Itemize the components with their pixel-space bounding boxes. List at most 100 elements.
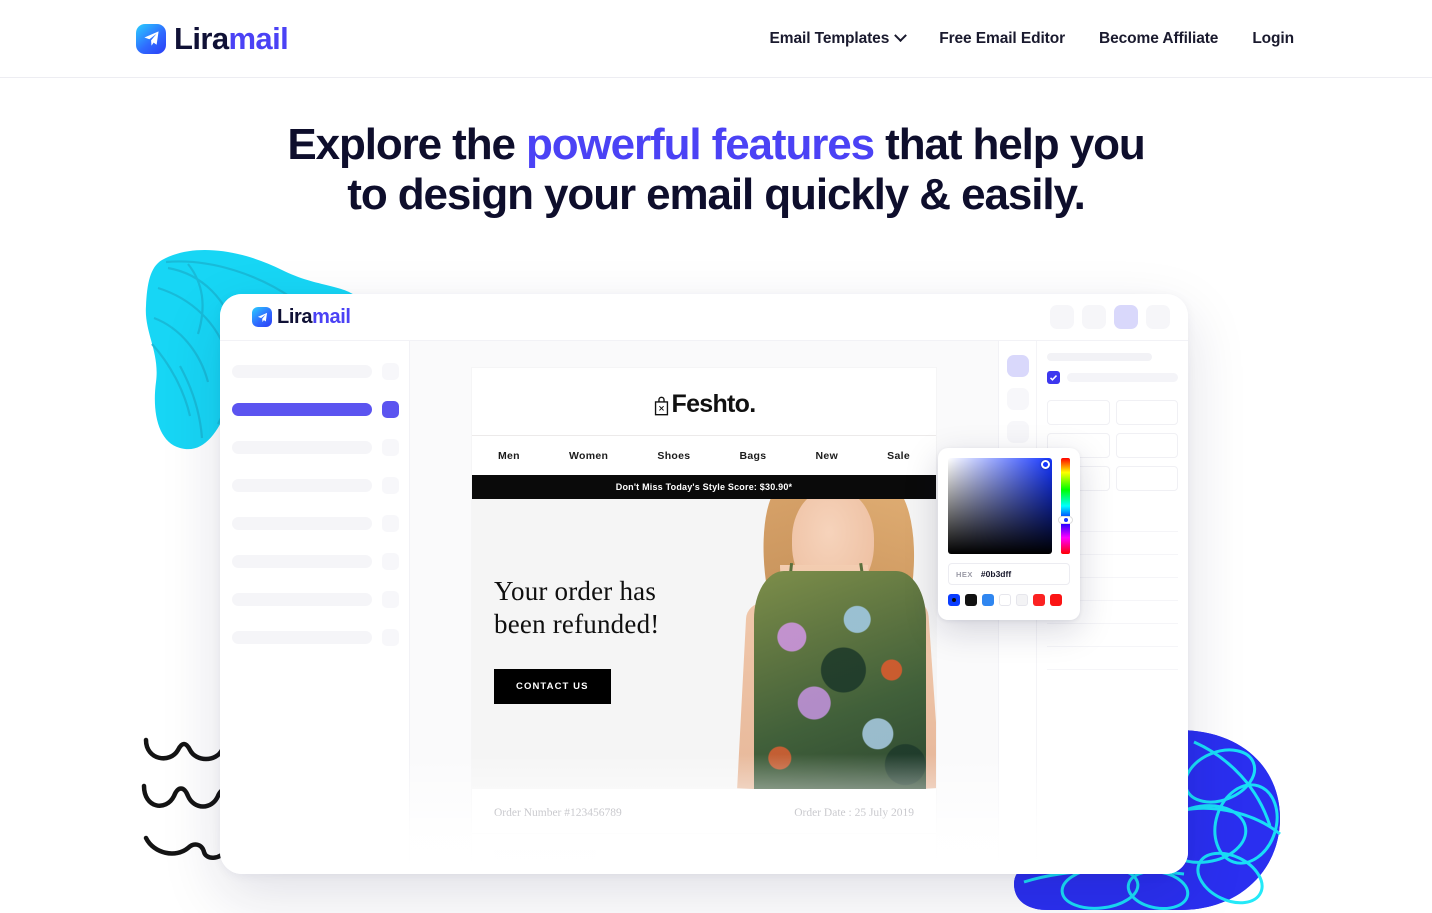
- swatch-red-1[interactable]: [1033, 594, 1045, 606]
- nav-label-become-affiliate: Become Affiliate: [1099, 29, 1219, 47]
- hex-input-field[interactable]: HEX #0b3dff: [948, 563, 1070, 585]
- shopping-bag-icon: [653, 395, 670, 416]
- sidebar-item-2-selected[interactable]: [232, 401, 399, 418]
- property-input-4[interactable]: [1115, 433, 1178, 458]
- sidebar-item-6[interactable]: [232, 553, 399, 570]
- email-navigation: Men Women Shoes Bags New Sale: [472, 435, 936, 475]
- model-photo: [736, 499, 936, 789]
- sidebar-item-placeholder: [232, 441, 372, 454]
- email-nav-bags[interactable]: Bags: [740, 450, 767, 462]
- order-number: Order Number #123456789: [494, 807, 622, 819]
- sidebar-item-placeholder: [232, 403, 372, 416]
- sidebar-item-4[interactable]: [232, 477, 399, 494]
- sidebar-item-8[interactable]: [232, 629, 399, 646]
- email-template: Feshto. Men Women Shoes Bags New Sale Do…: [472, 368, 936, 874]
- rail-item-3[interactable]: [1006, 421, 1029, 443]
- property-label-placeholder: [1047, 353, 1152, 361]
- color-picker-top: [948, 458, 1073, 554]
- nav-item-become-affiliate[interactable]: Become Affiliate: [1099, 30, 1218, 48]
- sidebar-item-placeholder: [232, 593, 372, 606]
- rail-item-1-selected[interactable]: [1006, 355, 1029, 377]
- sidebar-item-7[interactable]: [232, 591, 399, 608]
- sidebar-item-5[interactable]: [232, 515, 399, 532]
- mockup-brand-logo[interactable]: Liramail: [252, 307, 351, 327]
- hero-section: Explore the powerful features that help …: [0, 78, 1432, 219]
- brand-name-dark: Lira: [174, 21, 229, 56]
- rail-item-2[interactable]: [1006, 388, 1029, 410]
- email-nav-sale[interactable]: Sale: [887, 450, 910, 462]
- nav-item-free-email-editor[interactable]: Free Email Editor: [939, 30, 1065, 48]
- property-input-2[interactable]: [1115, 400, 1178, 425]
- brand-text: Liramail: [174, 21, 289, 56]
- sidebar-item-icon: [382, 477, 399, 494]
- hue-slider-handle[interactable]: [1058, 516, 1073, 524]
- headline-line-2: to design your email quickly & easily.: [347, 169, 1086, 219]
- swatch-red-2[interactable]: [1050, 594, 1062, 606]
- email-nav-new[interactable]: New: [816, 450, 839, 462]
- email-hero-text: Your order has been refunded! CONTACT US: [494, 575, 659, 704]
- mockup-brand-text: Liramail: [277, 307, 351, 327]
- property-checkbox-label-placeholder: [1067, 373, 1178, 382]
- nav-item-login[interactable]: Login: [1252, 30, 1294, 48]
- sidebar-item-icon: [382, 363, 399, 380]
- site-header: Liramail Email Templates Free Email Edit…: [0, 0, 1432, 78]
- page-title: Explore the powerful features that help …: [0, 120, 1432, 219]
- sidebar-item-placeholder: [232, 479, 372, 492]
- swatch-light-blue[interactable]: [982, 594, 994, 606]
- main-navigation: Email Templates Free Email Editor Become…: [769, 29, 1294, 48]
- hue-slider[interactable]: [1058, 458, 1073, 554]
- mockup-tab-2[interactable]: [1082, 305, 1106, 329]
- swatch-white[interactable]: [999, 594, 1011, 606]
- property-input-6[interactable]: [1115, 466, 1178, 491]
- nav-label-email-templates: Email Templates: [769, 29, 890, 47]
- checkbox-checked-icon[interactable]: [1047, 371, 1060, 384]
- email-headline-line-2: been refunded!: [494, 608, 660, 639]
- email-nav-women[interactable]: Women: [569, 450, 608, 462]
- product-thumbnail: [494, 850, 596, 874]
- sidebar-item-placeholder: [232, 365, 372, 378]
- email-brand: Feshto.: [472, 368, 936, 435]
- property-checkbox-row[interactable]: [1047, 371, 1178, 384]
- hex-value: #0b3dff: [980, 569, 1012, 579]
- property-input-row-1: [1047, 400, 1178, 425]
- property-list-row[interactable]: [1047, 647, 1178, 670]
- nav-label-login: Login: [1252, 29, 1294, 47]
- email-nav-men[interactable]: Men: [498, 450, 520, 462]
- property-list-row[interactable]: [1047, 624, 1178, 647]
- swatch-black[interactable]: [965, 594, 977, 606]
- email-canvas: Feshto. Men Women Shoes Bags New Sale Do…: [410, 341, 998, 874]
- sidebar-item-1[interactable]: [232, 363, 399, 380]
- property-input-1[interactable]: [1047, 400, 1110, 425]
- sidebar-item-icon: [382, 439, 399, 456]
- email-nav-shoes[interactable]: Shoes: [657, 450, 690, 462]
- color-swatch-row: [948, 594, 1070, 606]
- model-floral-dress: [754, 571, 926, 789]
- swatch-light-gray[interactable]: [1016, 594, 1028, 606]
- contact-us-button[interactable]: CONTACT US: [494, 668, 611, 704]
- sidebar-item-3[interactable]: [232, 439, 399, 456]
- headline-part-1: Explore the: [287, 120, 526, 169]
- sidebar-item-placeholder: [232, 555, 372, 568]
- email-product-row: Slim Printed Cotton Shirt $98: [472, 834, 936, 874]
- email-hero: Your order has been refunded! CONTACT US: [472, 499, 936, 789]
- color-picker-popover: HEX #0b3dff: [938, 448, 1080, 620]
- swatch-selected-dot: [952, 598, 956, 602]
- nav-item-email-templates[interactable]: Email Templates: [769, 29, 908, 48]
- email-headline: Your order has been refunded!: [494, 575, 659, 641]
- swatch-blue-selected[interactable]: [948, 594, 960, 606]
- order-date: Order Date : 25 July 2019: [794, 807, 914, 819]
- mockup-tab-1[interactable]: [1050, 305, 1074, 329]
- mockup-tab-4[interactable]: [1146, 305, 1170, 329]
- saturation-value-handle[interactable]: [1041, 460, 1050, 469]
- email-brand-name: Feshto.: [671, 390, 757, 418]
- headline-part-2: that help you: [874, 120, 1146, 169]
- nav-label-free-email-editor: Free Email Editor: [939, 29, 1066, 47]
- sidebar-item-placeholder: [232, 631, 372, 644]
- brand-logo[interactable]: Liramail: [136, 21, 289, 56]
- saturation-value-area[interactable]: [948, 458, 1052, 554]
- mockup-topbar: Liramail: [220, 294, 1188, 341]
- mockup-tab-3[interactable]: [1114, 305, 1138, 329]
- headline-highlight: powerful features: [525, 120, 875, 169]
- chevron-down-icon: [894, 29, 908, 43]
- paper-plane-icon: [136, 23, 166, 54]
